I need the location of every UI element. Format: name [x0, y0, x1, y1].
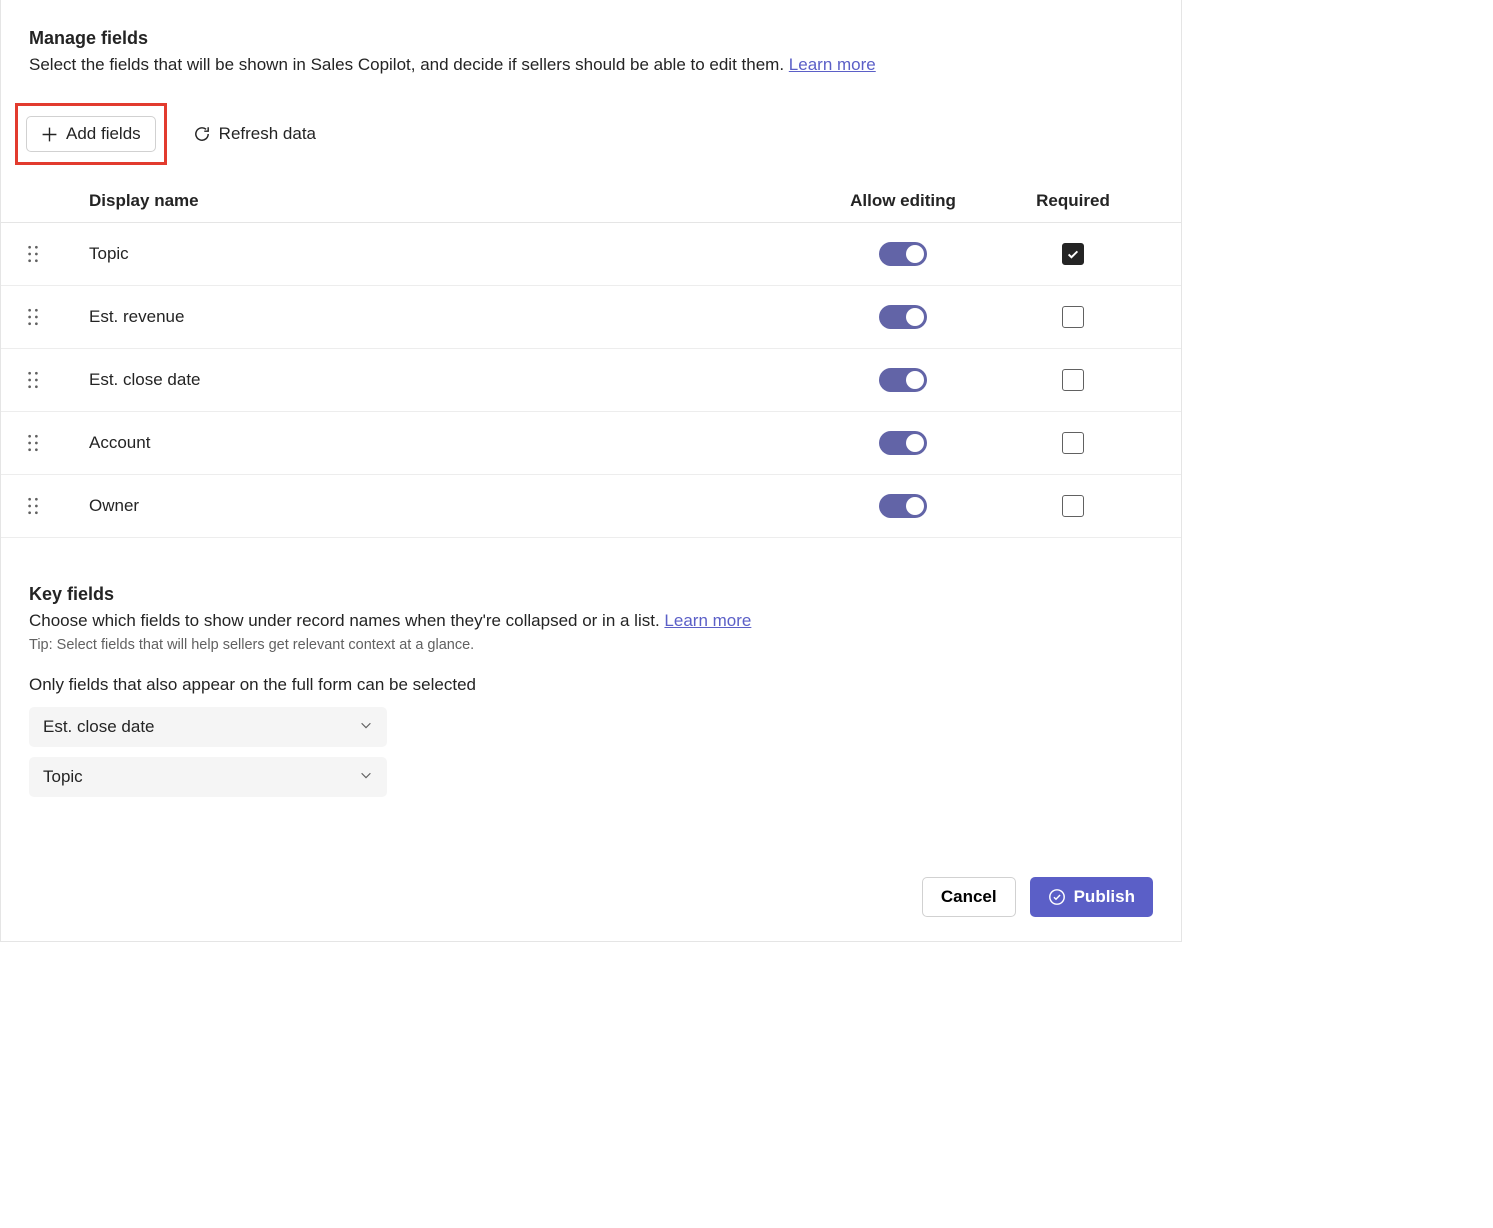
refresh-data-label: Refresh data: [219, 124, 316, 144]
refresh-icon: [193, 125, 211, 143]
manage-learn-more-link[interactable]: Learn more: [789, 55, 876, 74]
add-fields-button[interactable]: Add fields: [26, 116, 156, 152]
drag-handle-icon[interactable]: [11, 497, 55, 515]
refresh-data-button[interactable]: Refresh data: [189, 117, 320, 151]
allow-editing-toggle[interactable]: [879, 431, 927, 455]
required-checkbox[interactable]: [1062, 243, 1084, 265]
field-name: Est. revenue: [55, 307, 813, 327]
add-fields-highlight: Add fields: [15, 103, 167, 165]
col-display-name: Display name: [55, 191, 813, 211]
required-checkbox[interactable]: [1062, 432, 1084, 454]
manage-fields-description: Select the fields that will be shown in …: [29, 55, 1153, 75]
key-fields-learn-more-link[interactable]: Learn more: [664, 611, 751, 630]
required-checkbox[interactable]: [1062, 306, 1084, 328]
field-name: Est. close date: [55, 370, 813, 390]
table-header: Display name Allow editing Required: [1, 179, 1181, 223]
table-row: Est. revenue: [1, 286, 1181, 349]
required-checkbox[interactable]: [1062, 369, 1084, 391]
key-fields-description-text: Choose which fields to show under record…: [29, 611, 660, 630]
chevron-down-icon: [359, 717, 373, 737]
drag-handle-icon[interactable]: [11, 371, 55, 389]
col-required: Required: [993, 191, 1153, 211]
drag-handle-icon[interactable]: [11, 245, 55, 263]
allow-editing-toggle[interactable]: [879, 242, 927, 266]
drag-handle-icon[interactable]: [11, 434, 55, 452]
publish-label: Publish: [1074, 887, 1135, 907]
table-row: Owner: [1, 475, 1181, 538]
add-fields-label: Add fields: [66, 124, 141, 144]
manage-fields-description-text: Select the fields that will be shown in …: [29, 55, 784, 74]
key-field-value: Est. close date: [43, 717, 155, 737]
allow-editing-toggle[interactable]: [879, 305, 927, 329]
key-field-select[interactable]: Est. close date: [29, 707, 387, 747]
table-row: Est. close date: [1, 349, 1181, 412]
allow-editing-toggle[interactable]: [879, 494, 927, 518]
drag-handle-icon[interactable]: [11, 308, 55, 326]
field-name: Owner: [55, 496, 813, 516]
fields-table: Display name Allow editing Required Topi…: [1, 179, 1181, 538]
cancel-button[interactable]: Cancel: [922, 877, 1016, 917]
field-name: Account: [55, 433, 813, 453]
key-fields-title: Key fields: [29, 584, 1153, 605]
required-checkbox[interactable]: [1062, 495, 1084, 517]
chevron-down-icon: [359, 767, 373, 787]
key-field-value: Topic: [43, 767, 83, 787]
col-allow-editing: Allow editing: [813, 191, 993, 211]
key-fields-tip: Tip: Select fields that will help seller…: [29, 637, 1153, 653]
key-fields-description: Choose which fields to show under record…: [29, 611, 1153, 631]
table-row: Topic: [1, 223, 1181, 286]
plus-icon: [41, 126, 58, 143]
key-field-select[interactable]: Topic: [29, 757, 387, 797]
key-fields-note: Only fields that also appear on the full…: [29, 675, 1153, 695]
table-row: Account: [1, 412, 1181, 475]
allow-editing-toggle[interactable]: [879, 368, 927, 392]
manage-fields-title: Manage fields: [29, 28, 1153, 49]
field-name: Topic: [55, 244, 813, 264]
check-circle-icon: [1048, 888, 1066, 906]
publish-button[interactable]: Publish: [1030, 877, 1153, 917]
